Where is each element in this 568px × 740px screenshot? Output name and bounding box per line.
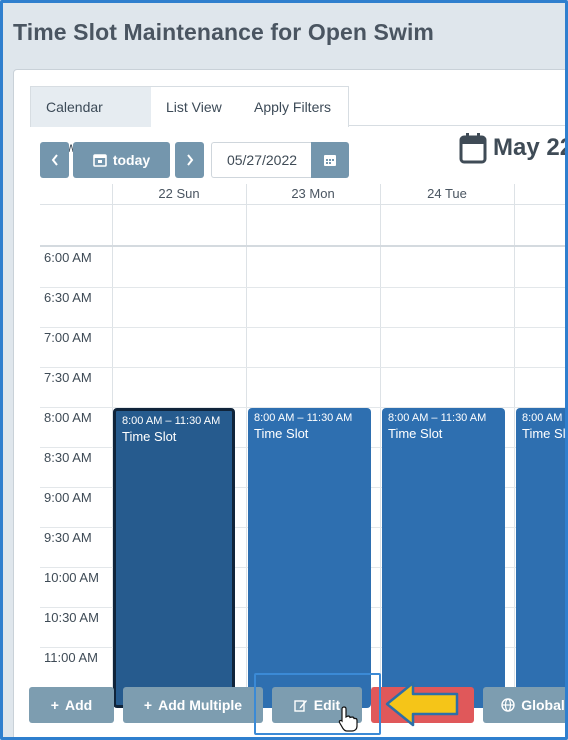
time-label: 9:30 AM (44, 530, 92, 545)
add-button[interactable]: + Add (29, 687, 114, 723)
month-title-text: May 22 (493, 134, 568, 161)
event-time: 8:00 AM – 11:30 AM (122, 415, 221, 427)
prev-button[interactable] (40, 142, 69, 178)
add-label: Add (64, 697, 93, 713)
hand-cursor-icon (338, 706, 358, 732)
date-input[interactable]: 05/27/2022 (211, 142, 312, 178)
calendar-icon (459, 133, 487, 164)
slot-line (40, 287, 565, 288)
tab-apply-filters[interactable]: Apply Filters (239, 86, 349, 127)
time-label: 6:00 AM (44, 250, 92, 265)
column-divider (380, 184, 381, 704)
plus-icon: + (50, 697, 59, 713)
day-header-tue: 24 Tue (427, 186, 467, 201)
app-window: Time Slot Maintenance for Open Swim Cale… (0, 0, 568, 740)
view-tabs: Calendar View List View Apply Filters (30, 86, 565, 155)
day-header-sun: 22 Sun (158, 186, 200, 201)
event-time: 8:00 AM – 11:30 AM (388, 412, 487, 424)
event-title: Time Slot (388, 426, 443, 441)
page-title: Time Slot Maintenance for Open Swim (13, 19, 434, 45)
chevron-left-icon (51, 154, 58, 166)
time-label: 7:30 AM (44, 370, 92, 385)
event-time: 8:00 AM – 11:30 AM (522, 412, 565, 424)
event-title: Time Slot (254, 426, 309, 441)
today-label: today (112, 152, 151, 168)
add-multiple-label: Add Multiple (158, 697, 243, 713)
time-label: 11:00 AM (44, 650, 98, 665)
date-picker-button[interactable] (311, 142, 349, 178)
global-button[interactable]: Global (483, 687, 565, 723)
event-time-slot-wed[interactable]: 8:00 AM – 11:30 AM Time Slo (516, 408, 568, 708)
day-header-wed: 25 (514, 184, 565, 204)
header-divider (40, 204, 565, 205)
globe-icon (501, 698, 515, 712)
plus-icon: + (143, 697, 153, 713)
allday-divider (40, 245, 565, 247)
add-multiple-button[interactable]: + Add Multiple (123, 687, 263, 723)
time-label: 10:00 AM (44, 570, 99, 585)
today-button[interactable]: today (73, 142, 170, 178)
event-title: Time Slot (122, 429, 177, 444)
tab-list-view[interactable]: List View (151, 86, 240, 127)
event-title: Time Slo (522, 426, 568, 441)
time-label: 8:00 AM (44, 410, 92, 425)
month-title: May 22 (459, 132, 568, 164)
time-label: 7:00 AM (44, 330, 92, 345)
time-label: 6:30 AM (44, 290, 92, 305)
event-time-slot-sun[interactable]: 8:00 AM – 11:30 AM Time Slot (113, 408, 235, 708)
slot-line (40, 327, 565, 328)
global-label: Global (521, 697, 565, 713)
event-time-slot-tue[interactable]: 8:00 AM – 11:30 AM Time Slot (382, 408, 505, 708)
calendar-grid: 22 Sun 23 Mon 24 Tue 25 6 (40, 184, 565, 708)
day-header-mon: 23 Mon (291, 186, 335, 201)
chevron-right-icon (186, 154, 193, 166)
tab-calendar-view[interactable]: Calendar View (30, 86, 152, 155)
arrow-left-icon (385, 681, 459, 727)
time-label: 8:30 AM (44, 450, 92, 465)
time-label: 10:30 AM (44, 610, 99, 625)
time-label: 9:00 AM (44, 490, 92, 505)
next-button[interactable] (175, 142, 204, 178)
column-divider (514, 184, 515, 704)
calendar-icon (93, 154, 107, 167)
column-divider (246, 184, 247, 704)
event-time-slot-mon[interactable]: 8:00 AM – 11:30 AM Time Slot (248, 408, 371, 708)
calendar-icon (324, 155, 336, 166)
main-panel: Calendar View List View Apply Filters to… (13, 69, 568, 737)
edit-highlight-box (254, 673, 381, 735)
slot-line (40, 367, 565, 368)
event-time: 8:00 AM – 11:30 AM (254, 412, 353, 424)
